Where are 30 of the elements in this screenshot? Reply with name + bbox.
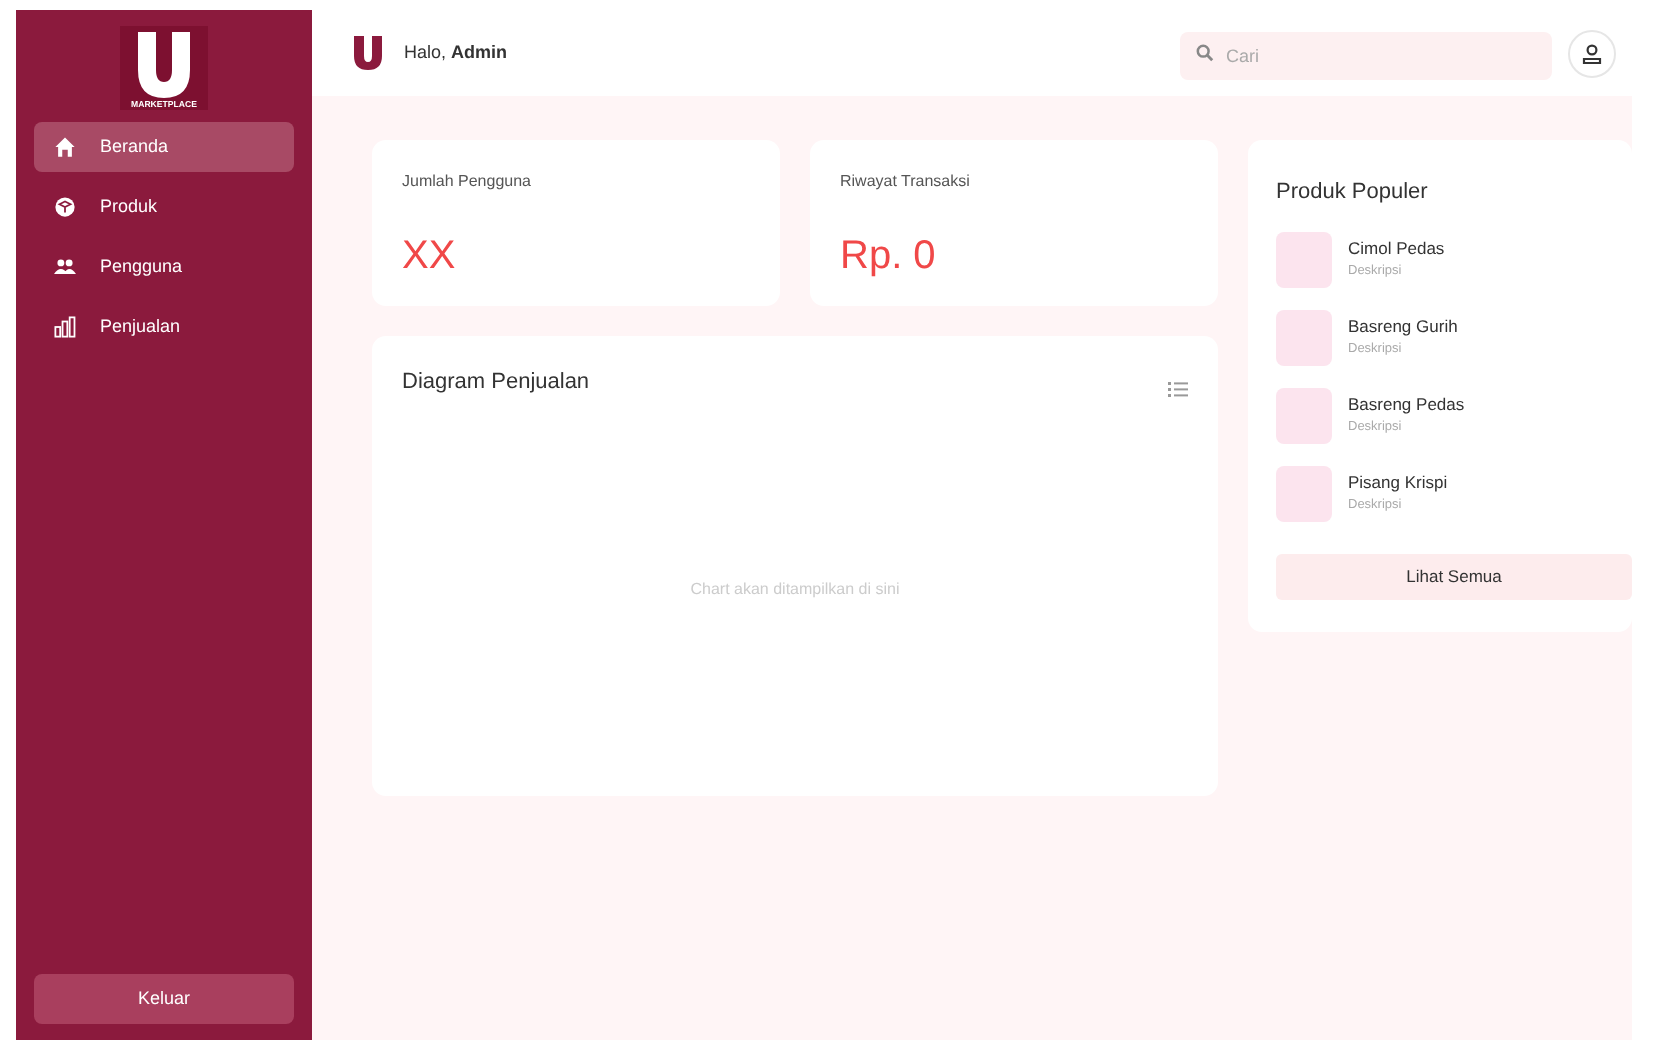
greeting-text: Halo, Admin	[404, 39, 508, 66]
search-field[interactable]: Cari	[1180, 31, 1552, 79]
users-icon	[54, 256, 76, 278]
stat-label: Jumlah Pengguna	[402, 170, 533, 194]
see-all-button[interactable]: Lihat Semua	[1276, 553, 1632, 599]
product-name: Basreng Gurih	[1348, 314, 1458, 340]
stat-value: XX	[402, 236, 458, 276]
product-name: Basreng Pedas	[1348, 392, 1465, 418]
panel-title: Produk Populer	[1276, 178, 1430, 208]
user-icon	[1582, 43, 1602, 63]
bar-chart-icon	[54, 316, 76, 338]
product-thumbnail	[1276, 309, 1332, 365]
list-icon[interactable]	[1168, 381, 1188, 398]
nav-item[interactable]: Produk	[34, 182, 294, 232]
panel-title: Diagram Penjualan	[402, 368, 590, 398]
logo-icon	[348, 33, 388, 73]
stat-label: Riwayat Transaksi	[840, 170, 972, 194]
product-thumbnail	[1276, 465, 1332, 521]
product-name: Pisang Krispi	[1348, 470, 1448, 496]
cube-icon	[54, 196, 76, 218]
stat-value: Rp. 0	[840, 236, 938, 276]
logout-button[interactable]: Keluar	[34, 974, 294, 1024]
nav-item[interactable]: Penjualan	[34, 302, 294, 352]
nav-item[interactable]: Pengguna	[34, 242, 294, 292]
nav-item[interactable]: Beranda	[34, 122, 294, 172]
home-icon	[54, 136, 76, 158]
product-name: Cimol Pedas	[1348, 236, 1445, 262]
product-thumbnail	[1276, 231, 1332, 287]
product-thumbnail	[1276, 387, 1332, 443]
profile-button[interactable]	[1568, 29, 1616, 77]
